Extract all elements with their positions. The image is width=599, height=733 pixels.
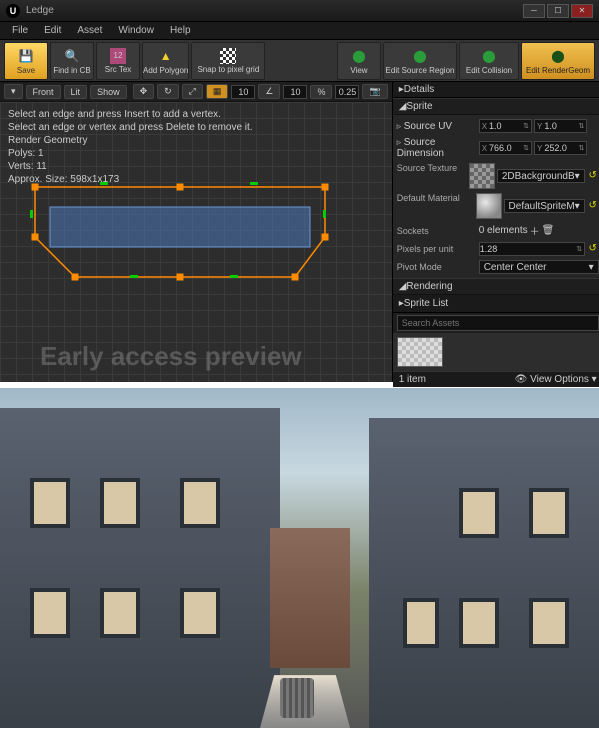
scale-snap-value[interactable]: 0.25: [335, 85, 359, 99]
pivot-mode-dropdown[interactable]: Center Center▾: [479, 260, 599, 274]
toolbar: 💾 Save 🔍 Find in CB 12 Src Tex ▲ Add Pol…: [0, 40, 599, 82]
default-material-thumb[interactable]: [476, 193, 502, 219]
viewport-canvas[interactable]: Select an edge and press Insert to add a…: [0, 102, 392, 382]
search-assets-input[interactable]: [397, 315, 599, 331]
add-socket-icon[interactable]: ＋: [530, 223, 540, 238]
menu-window[interactable]: Window: [110, 25, 162, 36]
tree-icon: ⬤: [350, 47, 368, 65]
menu-edit[interactable]: Edit: [36, 25, 69, 36]
grid-snap-button[interactable]: ▦: [206, 84, 229, 99]
sprite-geometry[interactable]: [30, 182, 330, 292]
source-texture-label: Source Texture: [397, 163, 465, 173]
minimize-button[interactable]: ─: [523, 4, 545, 18]
save-button[interactable]: 💾 Save: [4, 42, 48, 80]
menu-file[interactable]: File: [4, 25, 36, 36]
unreal-logo-icon: U: [6, 4, 20, 18]
view-options-button[interactable]: 👁 View Options ▾: [515, 374, 597, 385]
titlebar[interactable]: U Ledge ─ ☐ ✕: [0, 0, 599, 22]
rendering-section-header[interactable]: ◢ Rendering: [393, 278, 599, 295]
default-material-label: Default Material: [397, 193, 472, 203]
magnifier-icon: 🔍: [63, 47, 81, 65]
checker-icon: [220, 48, 236, 64]
source-texture-thumb[interactable]: [469, 163, 495, 189]
viewport-toolbar: ▾ Front Lit Show ✥ ↻ ⤢ ▦ 10 ∠ 10 % 0.25 …: [0, 82, 392, 102]
sockets-label: Sockets: [397, 226, 475, 236]
reset-icon[interactable]: ↺: [587, 200, 599, 212]
grid-snap-value[interactable]: 10: [231, 85, 255, 99]
rendered-scene-preview: [0, 388, 599, 728]
default-material-dropdown[interactable]: DefaultSpriteM▾: [504, 199, 585, 213]
source-uv-y-input[interactable]: Y⇅: [534, 119, 587, 133]
menu-asset[interactable]: Asset: [69, 25, 110, 36]
edit-source-region-button[interactable]: ⬤ Edit Source Region: [383, 42, 457, 80]
find-in-cb-button[interactable]: 🔍 Find in CB: [50, 42, 94, 80]
pixels-per-unit-label: Pixels per unit: [397, 244, 475, 254]
view-button[interactable]: ⬤ View: [337, 42, 381, 80]
tree-icon: ⬤: [549, 47, 567, 65]
edit-collision-button[interactable]: ⬤ Edit Collision: [459, 42, 519, 80]
asset-thumb[interactable]: [397, 337, 443, 367]
sprite-list-tab[interactable]: ▸ Sprite List: [393, 295, 599, 313]
item-count: 1 item: [399, 374, 426, 385]
edit-render-geom-button[interactable]: ⬤ Edit RenderGeom: [521, 42, 595, 80]
camera-speed-button[interactable]: 📷: [362, 84, 387, 99]
editor-window: U Ledge ─ ☐ ✕ File Edit Asset Window Hel…: [0, 0, 599, 382]
texture-icon: 12: [110, 48, 126, 64]
reset-icon[interactable]: ↺: [587, 170, 599, 182]
sockets-value: 0 elements: [479, 225, 528, 236]
pixels-per-unit-input[interactable]: ⇅: [479, 242, 585, 256]
front-button[interactable]: Front: [26, 85, 61, 99]
viewport-options-button[interactable]: ▾: [4, 84, 23, 99]
angle-snap-value[interactable]: 10: [283, 85, 307, 99]
menubar: File Edit Asset Window Help: [0, 22, 599, 40]
watermark-text: Early access preview: [40, 341, 302, 372]
viewport: ▾ Front Lit Show ✥ ↻ ⤢ ▦ 10 ∠ 10 % 0.25 …: [0, 82, 393, 382]
rotate-tool-button[interactable]: ↻: [157, 84, 179, 99]
scale-snap-button[interactable]: %: [310, 85, 332, 99]
source-uv-x-input[interactable]: X⇅: [479, 119, 532, 133]
tree-icon: ⬤: [411, 47, 429, 65]
source-dim-y-input[interactable]: Y⇅: [534, 141, 587, 155]
source-dimension-label: ▹ Source Dimension: [397, 137, 475, 159]
source-uv-label: ▹ Source UV: [397, 121, 475, 132]
show-button[interactable]: Show: [90, 85, 127, 99]
tree-icon: ⬤: [480, 47, 498, 65]
right-panel: ▸ Details ◢ Sprite ▹ Source UV X⇅ Y⇅ ▹ S…: [393, 82, 599, 382]
reset-icon[interactable]: ↺: [587, 243, 599, 255]
floppy-icon: 💾: [17, 47, 35, 65]
close-button[interactable]: ✕: [571, 4, 593, 18]
sprite-section-header[interactable]: ◢ Sprite: [393, 98, 599, 115]
add-polygon-button[interactable]: ▲ Add Polygon: [142, 42, 189, 80]
asset-grid[interactable]: [393, 333, 599, 371]
triangle-icon: ▲: [157, 47, 175, 65]
clear-sockets-icon[interactable]: 🗑: [542, 225, 555, 236]
source-dim-x-input[interactable]: X⇅: [479, 141, 532, 155]
viewport-info-text: Select an edge and press Insert to add a…: [8, 108, 253, 186]
src-tex-button[interactable]: 12 Src Tex: [96, 42, 140, 80]
maximize-button[interactable]: ☐: [547, 4, 569, 18]
pivot-mode-label: Pivot Mode: [397, 262, 475, 272]
move-tool-button[interactable]: ✥: [133, 84, 155, 99]
snap-to-pixel-button[interactable]: Snap to pixel grid: [191, 42, 265, 80]
lit-button[interactable]: Lit: [64, 85, 88, 99]
angle-snap-button[interactable]: ∠: [258, 84, 280, 99]
details-tab[interactable]: ▸ Details: [393, 82, 599, 98]
window-title: Ledge: [26, 5, 523, 16]
scale-tool-button[interactable]: ⤢: [182, 84, 203, 99]
menu-help[interactable]: Help: [162, 25, 199, 36]
source-texture-dropdown[interactable]: 2DBackgroundB▾: [497, 169, 585, 183]
trash-can-prop: [280, 678, 314, 718]
